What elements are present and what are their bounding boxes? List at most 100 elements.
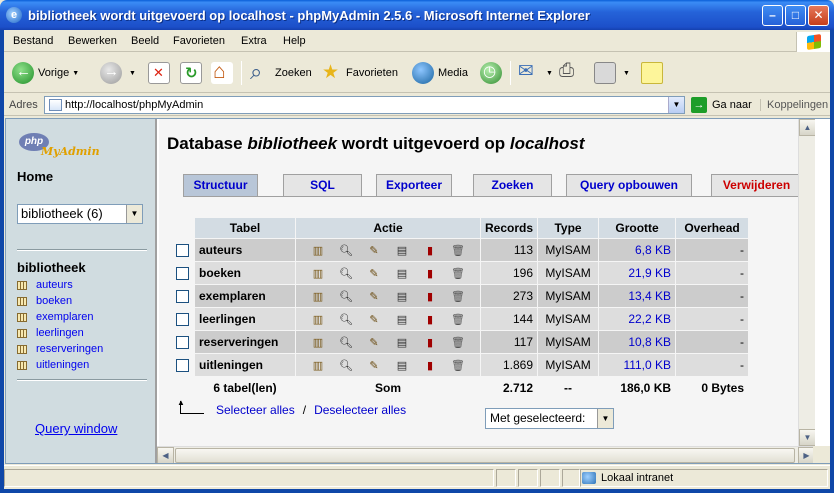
table-list-item[interactable]: exemplaren: [17, 309, 103, 325]
row-checkbox[interactable]: [175, 290, 189, 304]
empty-icon[interactable]: ▮: [416, 313, 444, 326]
empty-icon[interactable]: ▮: [416, 359, 444, 372]
table-link[interactable]: uitleningen: [36, 359, 89, 371]
home-button[interactable]: [211, 60, 237, 85]
close-button[interactable]: ✕: [808, 5, 829, 26]
size-value[interactable]: 6,8 KB: [599, 239, 676, 261]
search-button[interactable]: Zoeken: [249, 59, 312, 85]
size-value[interactable]: 111,0 KB: [599, 354, 676, 376]
table-link[interactable]: boeken: [36, 295, 72, 307]
menu-item-bewerken[interactable]: Bewerken: [68, 35, 117, 47]
size-value[interactable]: 13,4 KB: [599, 285, 676, 307]
vertical-scrollbar[interactable]: ▲ ▼: [798, 119, 815, 446]
edit-button[interactable]: ▼: [594, 61, 630, 85]
empty-icon[interactable]: ▮: [416, 336, 444, 349]
forward-button[interactable]: ▼: [100, 61, 136, 85]
scroll-left-icon[interactable]: ◀: [157, 447, 174, 463]
size-value[interactable]: 21,9 KB: [599, 262, 676, 284]
table-list-item[interactable]: boeken: [17, 293, 103, 309]
menu-item-help[interactable]: Help: [283, 35, 306, 47]
home-link[interactable]: Home: [17, 169, 53, 184]
stop-button[interactable]: [148, 61, 174, 85]
chevron-down-icon[interactable]: ▼: [126, 205, 142, 223]
browse-icon[interactable]: 🔍︎: [332, 244, 360, 257]
menu-item-extra[interactable]: Extra: [241, 35, 267, 47]
database-name-link[interactable]: bibliotheek: [17, 260, 86, 275]
structure-icon[interactable]: ▥: [304, 313, 332, 326]
properties-icon[interactable]: ▤: [388, 336, 416, 349]
phpmyadmin-logo[interactable]: php MyAdmin: [19, 133, 100, 165]
print-button[interactable]: [557, 60, 583, 85]
menu-item-favorieten[interactable]: Favorieten: [173, 35, 225, 47]
chevron-down-icon[interactable]: ▼: [597, 409, 613, 428]
structure-icon[interactable]: ▥: [304, 244, 332, 257]
table-icon[interactable]: [17, 296, 27, 306]
history-button[interactable]: [480, 61, 506, 85]
drop-trash-icon[interactable]: 🗑︎: [444, 313, 472, 326]
properties-icon[interactable]: ▤: [388, 359, 416, 372]
structure-icon[interactable]: ▥: [304, 359, 332, 372]
structure-icon[interactable]: ▥: [304, 336, 332, 349]
drop-trash-icon[interactable]: 🗑︎: [444, 336, 472, 349]
drop-trash-icon[interactable]: 🗑︎: [444, 290, 472, 303]
row-checkbox[interactable]: [175, 313, 189, 327]
address-input[interactable]: http://localhost/phpMyAdmin ▼: [44, 96, 685, 114]
table-list-item[interactable]: auteurs: [17, 277, 103, 293]
scroll-down-icon[interactable]: ▼: [799, 429, 815, 446]
row-checkbox[interactable]: [175, 336, 189, 350]
insert-icon[interactable]: ✎: [360, 290, 388, 303]
query-window-link[interactable]: Query window: [35, 421, 117, 436]
tab-sql[interactable]: SQL: [283, 174, 362, 196]
empty-icon[interactable]: ▮: [416, 290, 444, 303]
insert-icon[interactable]: ✎: [360, 359, 388, 372]
horizontal-scroll-thumb[interactable]: [175, 448, 795, 463]
empty-icon[interactable]: ▮: [416, 244, 444, 257]
table-list-item[interactable]: reserveringen: [17, 341, 103, 357]
table-icon[interactable]: [17, 344, 27, 354]
table-icon[interactable]: [17, 360, 27, 370]
maximize-button[interactable]: □: [785, 5, 806, 26]
table-name[interactable]: reserveringen: [195, 331, 295, 353]
select-all-link[interactable]: Selecteer alles: [216, 403, 295, 417]
table-name[interactable]: exemplaren: [195, 285, 295, 307]
row-checkbox[interactable]: [175, 359, 189, 373]
properties-icon[interactable]: ▤: [388, 244, 416, 257]
row-checkbox[interactable]: [175, 267, 189, 281]
forward-dropdown-icon[interactable]: ▼: [129, 70, 136, 77]
table-link[interactable]: leerlingen: [36, 327, 84, 339]
table-name[interactable]: leerlingen: [195, 308, 295, 330]
back-button[interactable]: Vorige ▼: [12, 61, 79, 85]
back-dropdown-icon[interactable]: ▼: [72, 70, 79, 77]
menu-item-beeld[interactable]: Beeld: [131, 35, 159, 47]
insert-icon[interactable]: ✎: [360, 267, 388, 280]
address-dropdown-icon[interactable]: ▼: [668, 97, 684, 113]
insert-icon[interactable]: ✎: [360, 336, 388, 349]
browse-icon[interactable]: 🔍︎: [332, 267, 360, 280]
browse-icon[interactable]: 🔍︎: [332, 359, 360, 372]
refresh-button[interactable]: [180, 61, 206, 85]
row-checkbox[interactable]: [175, 244, 189, 258]
table-list-item[interactable]: leerlingen: [17, 325, 103, 341]
table-link[interactable]: auteurs: [36, 279, 73, 291]
browse-icon[interactable]: 🔍︎: [332, 290, 360, 303]
media-button[interactable]: Media: [412, 61, 468, 85]
tab-verwijderen[interactable]: Verwijderen: [711, 174, 802, 196]
drop-trash-icon[interactable]: 🗑︎: [444, 244, 472, 257]
links-button[interactable]: Koppelingen: [760, 99, 828, 111]
tab-exporteer[interactable]: Exporteer: [376, 174, 452, 196]
browse-icon[interactable]: 🔍︎: [332, 313, 360, 326]
table-name[interactable]: boeken: [195, 262, 295, 284]
table-list-item[interactable]: uitleningen: [17, 357, 103, 373]
properties-icon[interactable]: ▤: [388, 313, 416, 326]
database-select[interactable]: bibliotheek (6) ▼: [17, 204, 143, 224]
tab-zoeken[interactable]: Zoeken: [473, 174, 552, 196]
size-value[interactable]: 10,8 KB: [599, 331, 676, 353]
mail-dropdown-icon[interactable]: ▼: [546, 70, 553, 77]
table-icon[interactable]: [17, 328, 27, 338]
horizontal-scrollbar[interactable]: ◀ ▶: [157, 446, 815, 463]
table-link[interactable]: reserveringen: [36, 343, 103, 355]
insert-icon[interactable]: ✎: [360, 244, 388, 257]
table-link[interactable]: exemplaren: [36, 311, 93, 323]
edit-dropdown-icon[interactable]: ▼: [623, 70, 630, 77]
drop-trash-icon[interactable]: 🗑︎: [444, 267, 472, 280]
